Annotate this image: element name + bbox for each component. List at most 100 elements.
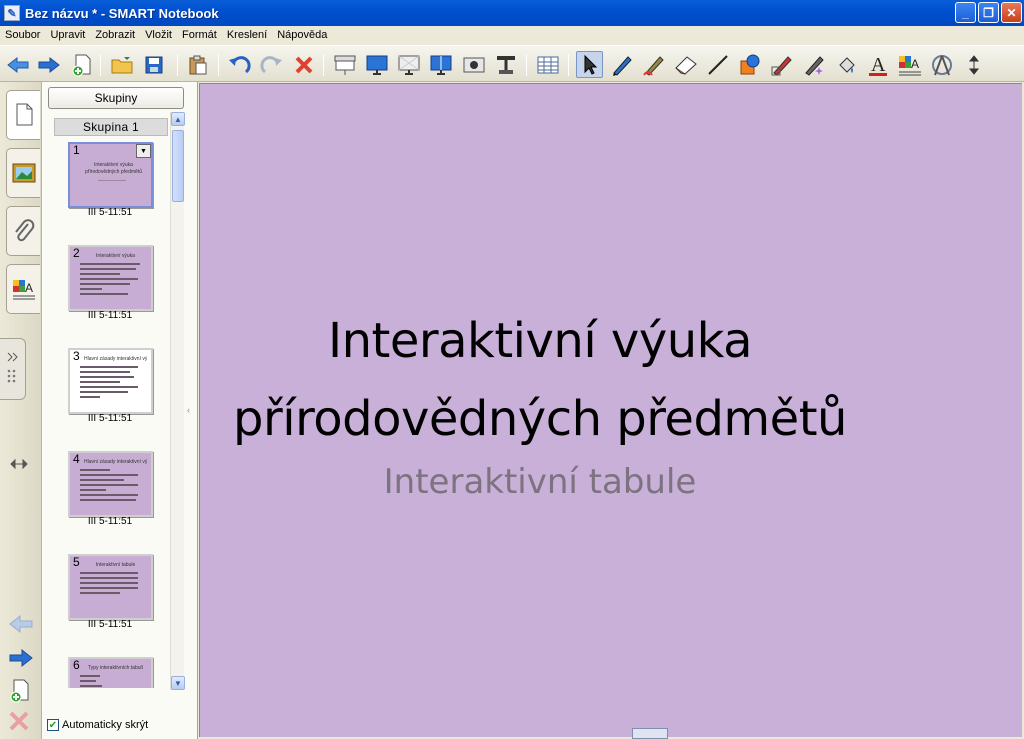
autohide-label: Automaticky skrýt <box>62 719 149 731</box>
page-thumbnail-3[interactable]: 3 Hlavní zásady interaktivní výuky <box>68 348 153 414</box>
transparent-background-icon[interactable] <box>395 51 422 78</box>
undo-icon[interactable] <box>225 51 252 78</box>
sorter-scrollbar[interactable]: ▲ ▼ <box>170 112 185 690</box>
slide-title-line-1: Interaktivní výuka <box>327 313 753 369</box>
app-icon[interactable]: ✎ <box>4 5 20 21</box>
properties-icon[interactable]: A <box>896 51 923 78</box>
main-toolbar: A A <box>0 45 1024 82</box>
menu-format[interactable]: Formát <box>177 29 222 41</box>
eraser-icon[interactable] <box>672 51 699 78</box>
page-sorter-icon <box>16 103 32 126</box>
attachments-tab[interactable] <box>6 206 40 256</box>
back-arrow-icon[interactable] <box>4 51 31 78</box>
close-button[interactable]: ✕ <box>1001 2 1022 23</box>
properties-tab[interactable]: A <box>6 264 40 314</box>
next-page-icon[interactable] <box>8 648 34 671</box>
page-thumbnail-2[interactable]: 2 Interaktivní výuka <box>68 245 153 311</box>
previous-page-icon[interactable] <box>8 614 34 637</box>
scroll-thumb[interactable] <box>172 130 184 202</box>
autohide-checkbox[interactable]: ✔ <box>47 719 59 731</box>
save-disk-icon[interactable] <box>140 51 167 78</box>
paste-icon[interactable] <box>184 51 211 78</box>
screen-capture-icon[interactable] <box>460 51 487 78</box>
new-page-icon[interactable] <box>68 51 95 78</box>
gallery-icon <box>12 163 35 183</box>
measurement-tools-icon[interactable] <box>928 51 955 78</box>
properties-icon: A <box>12 280 35 300</box>
side-tab-strip: A <box>0 82 42 739</box>
shape-recognition-pen-icon[interactable] <box>768 51 795 78</box>
page-number: 3 <box>73 349 80 363</box>
open-folder-icon[interactable] <box>108 51 135 78</box>
minimize-button[interactable]: _ <box>955 2 976 23</box>
page-thumbnail-5[interactable]: 5 Interaktivní tabule <box>68 554 153 620</box>
page-date: III 5-11:51 <box>87 310 133 321</box>
canvas-resize-handle[interactable] <box>632 728 668 739</box>
autohide-option[interactable]: ✔ Automaticky skrýt <box>47 719 148 731</box>
scroll-up-icon[interactable]: ▲ <box>171 112 185 126</box>
document-camera-icon[interactable] <box>492 51 519 78</box>
magic-pen-icon[interactable] <box>800 51 827 78</box>
thumbnail-title: Typy interaktivních tabulí <box>87 665 144 671</box>
scroll-down-icon[interactable]: ▼ <box>171 676 185 690</box>
shapes-icon[interactable] <box>736 51 763 78</box>
menu-napoveda[interactable]: Nápověda <box>272 29 332 41</box>
table-icon[interactable] <box>534 51 561 78</box>
groups-button[interactable]: Skupiny <box>48 87 184 109</box>
add-page-icon[interactable] <box>8 678 32 707</box>
gallery-tab[interactable] <box>6 148 40 198</box>
restore-button[interactable]: ❐ <box>978 2 999 23</box>
slide-canvas[interactable]: Interaktivní výuka přírodovědných předmě… <box>199 83 1022 737</box>
swap-sides-icon[interactable] <box>10 458 28 473</box>
page-number: 5 <box>73 555 80 569</box>
page-date: III 5-11:51 <box>87 413 133 424</box>
menu-zobrazit[interactable]: Zobrazit <box>90 29 140 41</box>
text-icon[interactable]: A <box>864 51 891 78</box>
page-thumbnail-6[interactable]: 6 Typy interaktivních tabulí <box>68 657 153 688</box>
delete-x-icon[interactable] <box>290 51 317 78</box>
expand-sidebar-handle[interactable] <box>0 338 26 400</box>
slide-title[interactable]: Interaktivní výuka přírodovědných předmě… <box>200 302 880 458</box>
screen-shade-icon[interactable] <box>331 51 358 78</box>
menu-vlozit[interactable]: Vložit <box>140 29 177 41</box>
fill-icon[interactable] <box>832 51 859 78</box>
page-number: 6 <box>73 658 80 672</box>
page-thumbnail-4[interactable]: 4 Hlavní zásady interaktivní výuky <box>68 451 153 517</box>
page-thumbnails: 1 Interaktivní výuka přírodovědných před… <box>42 138 170 688</box>
menu-soubor[interactable]: Soubor <box>0 29 45 41</box>
menu-kresleni[interactable]: Kreslení <box>222 29 272 41</box>
group-header[interactable]: Skupina 1 <box>54 118 168 136</box>
slide-subtitle[interactable]: Interaktivní tabule <box>200 462 880 502</box>
pen-icon[interactable] <box>608 51 635 78</box>
page-date: III 5-11:51 <box>87 207 133 218</box>
page-date: III 5-11:51 <box>87 619 133 630</box>
full-screen-icon[interactable] <box>363 51 390 78</box>
slide-title-line-2: přírodovědných předmětů <box>233 391 847 447</box>
creative-pen-icon[interactable] <box>640 51 667 78</box>
page-thumbnail-1[interactable]: 1 Interaktivní výuka přírodovědných před… <box>68 142 153 208</box>
thumbnail-title: Interaktivní výuka <box>96 253 135 259</box>
thumbnail-title: Interaktivní tabule <box>95 562 136 568</box>
page-number: 1 <box>73 143 80 157</box>
expand-chevron-icon <box>7 352 18 383</box>
panel-splitter[interactable]: ‹ <box>187 405 190 415</box>
select-arrow-icon[interactable] <box>576 51 603 78</box>
move-toolbar-icon[interactable] <box>960 51 987 78</box>
thumbnail-title: Interaktivní výuka přírodovědných předmě… <box>85 162 142 175</box>
page-sorter-tab[interactable] <box>6 90 40 140</box>
dropdown-triangle-icon: ▼ <box>140 147 147 155</box>
page-menu-dropdown[interactable]: ▼ <box>136 144 151 158</box>
menu-bar: Soubor Upravit Zobrazit Vložit Formát Kr… <box>0 26 1024 44</box>
line-icon[interactable] <box>704 51 731 78</box>
redo-icon[interactable] <box>258 51 285 78</box>
forward-arrow-icon[interactable] <box>35 51 62 78</box>
dual-page-icon[interactable] <box>427 51 454 78</box>
svg-text:A: A <box>911 57 919 71</box>
delete-page-icon[interactable] <box>8 710 30 735</box>
attachments-icon <box>14 219 34 242</box>
thumbnail-title: Hlavní zásady interaktivní výuky <box>84 459 147 465</box>
menu-upravit[interactable]: Upravit <box>45 29 90 41</box>
page-number: 4 <box>73 452 80 466</box>
page-number: 2 <box>73 246 80 260</box>
window-title: Bez názvu * - SMART Notebook <box>25 5 219 21</box>
